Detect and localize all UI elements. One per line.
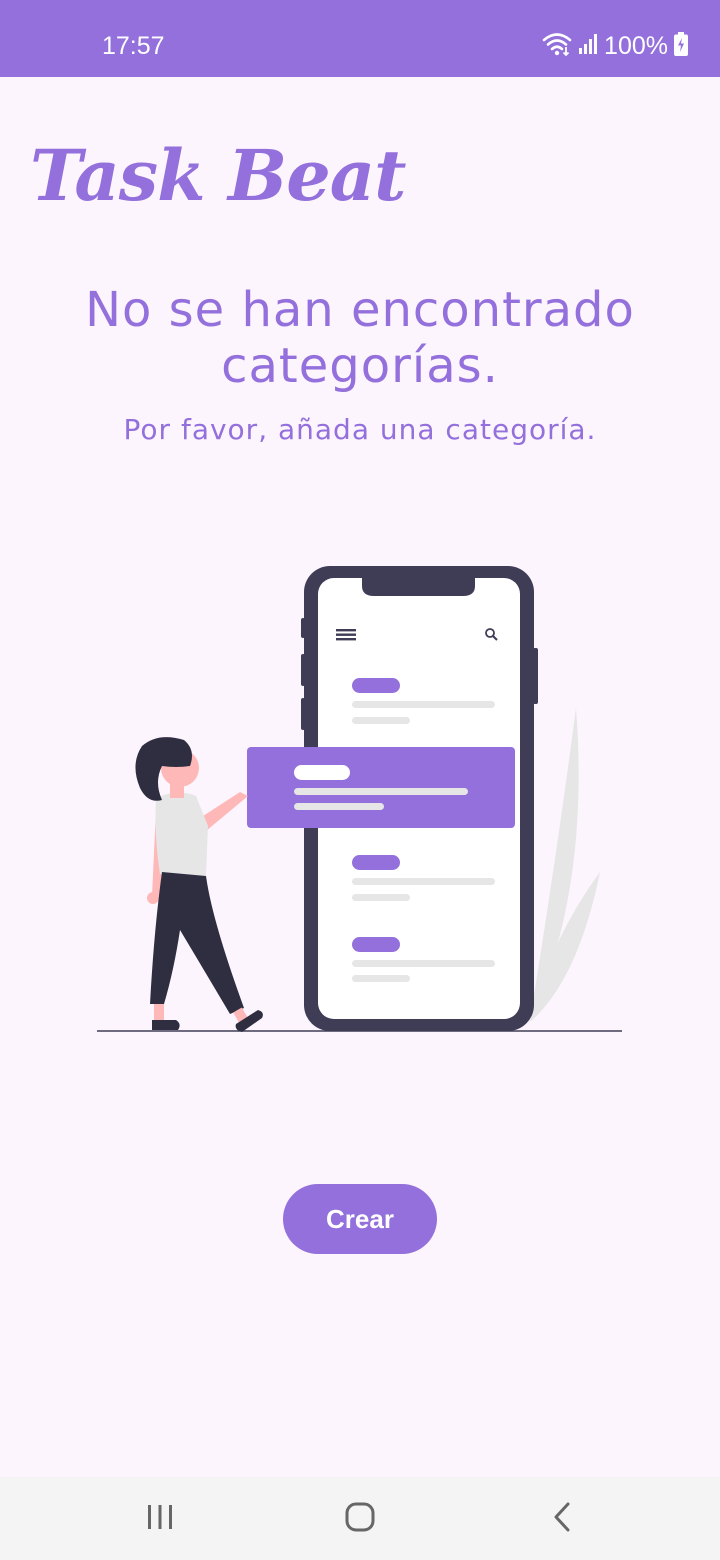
create-button[interactable]: Crear [283,1184,437,1254]
home-icon [345,1502,375,1536]
status-time: 17:57 [102,32,165,60]
status-icons: 100% [542,30,688,62]
back-icon [548,1502,578,1536]
recent-apps-button[interactable] [100,1477,220,1560]
home-button[interactable] [300,1477,420,1560]
empty-state-subtitle: Por favor, añada una categoría. [123,413,597,446]
status-bar: 17:57 100% [0,0,720,77]
signal-icon [578,33,598,59]
wifi-icon [542,31,572,61]
battery-charging-icon [674,32,688,60]
recent-apps-icon [145,1502,175,1536]
empty-state-title: No se han encontrado categorías. [85,282,635,394]
app-title: Task Beat [30,134,406,217]
battery-percentage: 100% [604,32,668,60]
empty-state-illustration [90,560,630,1040]
back-button[interactable] [503,1477,623,1560]
navigation-bar [0,1477,720,1560]
